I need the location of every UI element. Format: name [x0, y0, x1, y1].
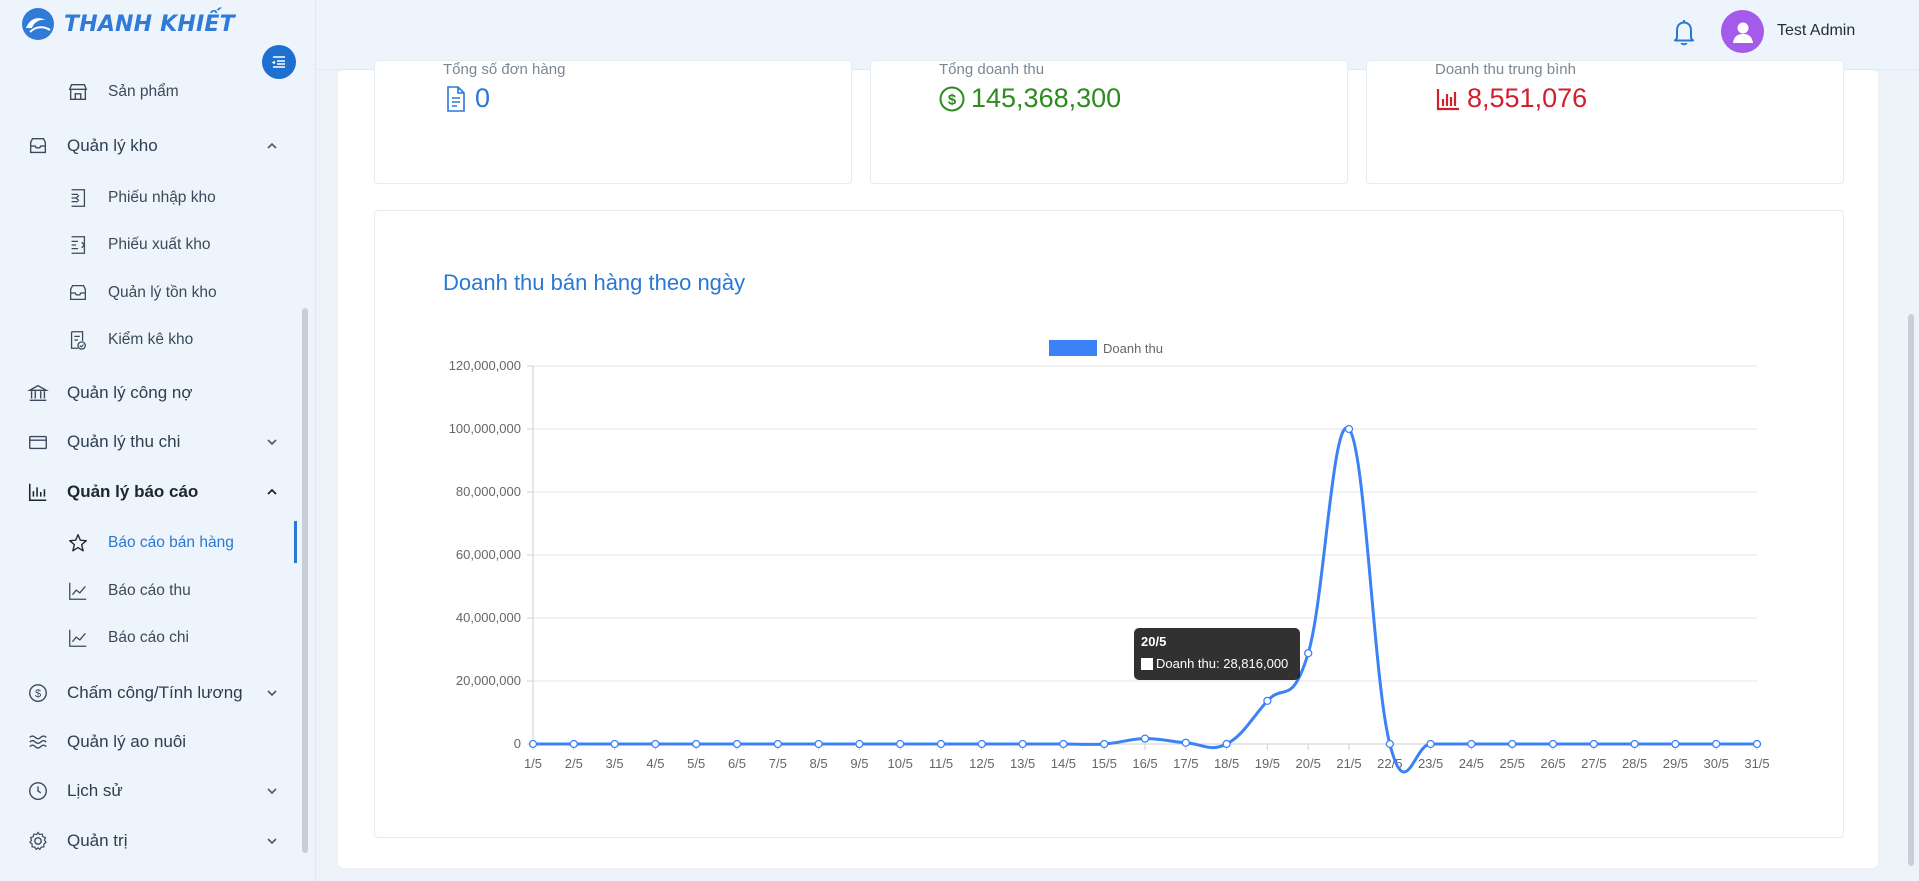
sidebar-item-label: Sản phẩm [108, 83, 179, 100]
logo-wave-icon [22, 8, 54, 40]
clock-icon [26, 779, 50, 803]
sidebar-item-label: Kiểm kê kho [108, 331, 194, 348]
chevron-down-icon [267, 838, 277, 845]
sidebar-item-cham-cong[interactable]: $ Chấm công/Tính lương [0, 673, 300, 713]
tooltip-swatch [1141, 657, 1153, 670]
export-doc-icon [66, 233, 90, 257]
document-icon [447, 85, 465, 112]
main-content: Tổng số đơn hàng 0 Tổng doanh thu $ 145,… [338, 60, 1878, 868]
sidebar-item-quan-ly-bao-cao[interactable]: Quản lý báo cáo [0, 472, 300, 512]
username[interactable]: Test Admin [1777, 22, 1855, 40]
tooltip-title: 20/5 [1141, 634, 1167, 649]
stat-value: 0 [475, 83, 491, 113]
chevron-down-icon [267, 439, 277, 446]
waves-icon [26, 730, 50, 754]
chart-title: Doanh thu bán hàng theo ngày [443, 270, 746, 295]
sidebar-item-bao-cao-ban-hang[interactable]: Báo cáo bán hàng [0, 521, 300, 563]
sidebar-item-quan-tri[interactable]: Quản trị [0, 821, 300, 861]
sidebar-item-label: Quản lý báo cáo [67, 482, 199, 501]
sidebar-item-bao-cao-chi[interactable]: Báo cáo chi [0, 619, 300, 657]
page-scrollbar[interactable] [1908, 314, 1914, 866]
active-indicator [294, 521, 297, 563]
import-doc-icon [66, 186, 90, 210]
inbox-icon [66, 281, 90, 305]
stat-card-orders: Tổng số đơn hàng 0 [374, 60, 852, 184]
chevron-up-icon [267, 488, 277, 495]
sidebar-item-label: Chấm công/Tính lương [67, 683, 243, 702]
sidebar-item-label: Báo cáo chi [108, 629, 189, 646]
stat-label: Doanh thu trung bình [1435, 61, 1576, 78]
sidebar-item-label: Báo cáo bán hàng [108, 534, 234, 551]
sidebar-item-label: Báo cáo thu [108, 582, 191, 599]
user-icon [1732, 22, 1753, 43]
checklist-icon [66, 328, 90, 352]
sidebar-item-label: Quản lý công nợ [67, 383, 193, 402]
sidebar-scrollbar[interactable] [302, 308, 308, 853]
logo-text: THANH KHIẾT [64, 11, 235, 37]
sidebar-item-lich-su[interactable]: Lịch sử [0, 771, 300, 811]
chevron-down-icon [267, 690, 277, 697]
line-chart-icon [66, 579, 90, 603]
sidebar-item-kiem-ke-kho[interactable]: Kiểm kê kho [0, 321, 300, 359]
sidebar-item-label: Quản trị [67, 831, 128, 850]
sidebar: THANH KHIẾT Sản phẩm Quản lý kho Phiếu n… [0, 0, 316, 881]
tooltip-row: Doanh thu: 28,816,000 [1141, 656, 1288, 671]
sidebar-item-quan-ly-thu-chi[interactable]: Quản lý thu chi [0, 422, 300, 462]
sidebar-item-quan-ly-ao-nuoi[interactable]: Quản lý ao nuôi [0, 722, 300, 762]
sidebar-item-bao-cao-thu[interactable]: Báo cáo thu [0, 572, 300, 610]
stat-value: 145,368,300 [971, 83, 1122, 113]
sidebar-item-label: Quản lý ao nuôi [67, 732, 187, 751]
sidebar-item-label: Lịch sử [67, 781, 123, 800]
store-icon [66, 80, 90, 104]
stat-value-row: 0 [443, 83, 490, 114]
chevron-down-icon [267, 788, 277, 795]
sidebar-item-phieu-xuat-kho[interactable]: Phiếu xuất kho [0, 226, 300, 264]
sidebar-item-label: Quản lý kho [67, 136, 158, 155]
sidebar-item-quan-ly-cong-no[interactable]: Quản lý công nợ [0, 373, 300, 413]
tooltip-text: Doanh thu: 28,816,000 [1156, 656, 1289, 671]
bank-icon [26, 381, 50, 405]
bar-chart-icon [26, 480, 50, 504]
chart-card [374, 210, 1844, 838]
bar-chart-icon [1436, 88, 1459, 110]
sidebar-item-label: Quản lý tồn kho [108, 284, 217, 301]
dollar-circle-icon: $ [26, 681, 50, 705]
sidebar-item-quan-ly-ton-kho[interactable]: Quản lý tồn kho [0, 274, 300, 312]
svg-text:$: $ [35, 688, 41, 700]
stat-card-average-revenue: Doanh thu trung bình 8,551,076 [1366, 60, 1844, 184]
inbox-icon [26, 134, 50, 158]
stat-label: Tổng số đơn hàng [443, 61, 566, 78]
avatar[interactable] [1721, 10, 1764, 53]
sidebar-item-label: Phiếu nhập kho [108, 189, 216, 206]
sidebar-item-label: Phiếu xuất kho [108, 236, 211, 253]
stat-value-row: $ 145,368,300 [939, 83, 1121, 114]
stat-card-revenue: Tổng doanh thu $ 145,368,300 [870, 60, 1348, 184]
line-chart-icon [66, 626, 90, 650]
chart-tooltip: 20/5 Doanh thu: 28,816,000 [1134, 628, 1300, 680]
stat-label: Tổng doanh thu [939, 61, 1045, 78]
bell-icon[interactable] [1669, 16, 1699, 48]
stat-value-row: 8,551,076 [1435, 83, 1587, 114]
stat-value: 8,551,076 [1467, 83, 1588, 113]
sidebar-item-label: Quản lý thu chi [67, 432, 181, 451]
svg-text:$: $ [948, 91, 957, 108]
sidebar-item-quan-ly-kho[interactable]: Quản lý kho [0, 126, 300, 166]
menu-collapse-icon [271, 56, 285, 68]
logo[interactable]: THANH KHIẾT [20, 6, 235, 42]
chevron-up-icon [267, 142, 277, 149]
sidebar-item-san-pham[interactable]: Sản phẩm [0, 73, 300, 111]
star-icon [66, 531, 90, 555]
card-icon [26, 430, 50, 454]
gear-icon [26, 829, 50, 853]
sidebar-item-phieu-nhap-kho[interactable]: Phiếu nhập kho [0, 179, 300, 217]
dollar-circle-icon: $ [939, 86, 965, 111]
